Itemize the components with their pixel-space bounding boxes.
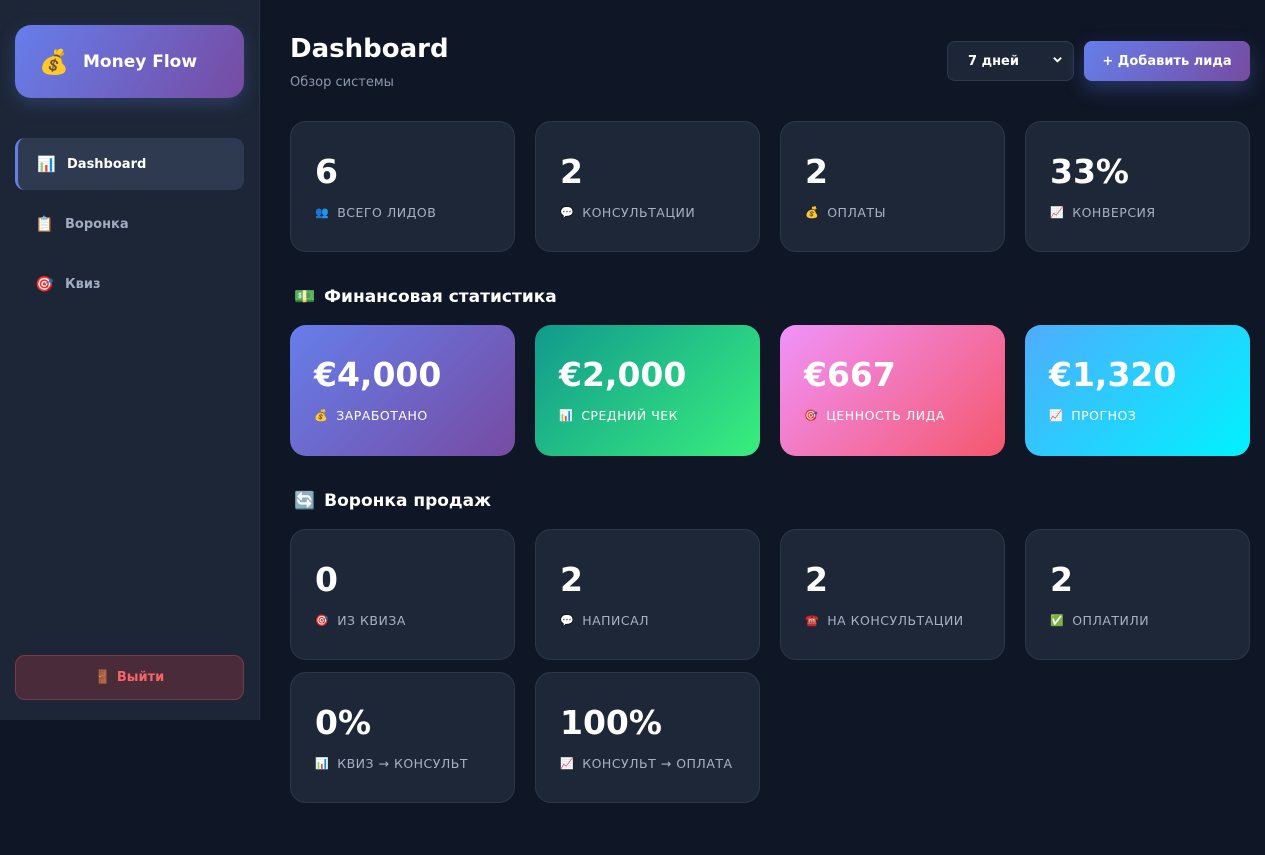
- stat-card-conversion: 33% 📈 КОНВЕРСИЯ: [1025, 121, 1250, 252]
- chevron-down-icon: [1052, 54, 1063, 68]
- funnel-card-at-consultation: 2 ☎️ НА КОНСУЛЬТАЦИИ: [780, 529, 1005, 660]
- logout-label: Выйти: [116, 670, 165, 685]
- section-title-funnel: 🔄 Воронка продаж: [294, 491, 491, 511]
- phone-icon: ☎️: [805, 614, 820, 627]
- funnel-value: 2: [560, 560, 583, 599]
- finance-card-lead-value: €667 🎯 ЦЕННОСТЬ ЛИДА: [780, 325, 1005, 456]
- target-icon: 🎯: [804, 409, 819, 422]
- check-icon: ✅: [1050, 614, 1065, 627]
- stat-label: 👥 ВСЕГО ЛИДОВ: [315, 205, 436, 220]
- funnel-value: 2: [1050, 560, 1073, 599]
- finance-label-text: ПРОГНОЗ: [1071, 408, 1137, 423]
- trend-up-icon: 📈: [1049, 409, 1064, 422]
- funnel-label: 💬 НАПИСАЛ: [560, 613, 649, 628]
- funnel-label: 📈 КОНСУЛЬТ → ОПЛАТА: [560, 756, 733, 771]
- finance-value: €667: [804, 355, 896, 394]
- stat-label: 💰 ОПЛАТЫ: [805, 205, 886, 220]
- funnel-card-paid: 2 ✅ ОПЛАТИЛИ: [1025, 529, 1250, 660]
- bar-chart-icon: 📊: [559, 409, 574, 422]
- funnel-card-from-quiz: 0 🎯 ИЗ КВИЗА: [290, 529, 515, 660]
- brand-logo[interactable]: 💰 Money Flow: [15, 25, 244, 98]
- sidebar-item-funnel[interactable]: 📋 Воронка: [15, 198, 244, 250]
- target-icon: 🎯: [35, 275, 54, 293]
- funnel-label-text: НА КОНСУЛЬТАЦИИ: [827, 613, 964, 628]
- door-icon: 🚪: [94, 670, 111, 685]
- stat-label-text: ВСЕГО ЛИДОВ: [337, 205, 437, 220]
- funnel-label: 🎯 ИЗ КВИЗА: [315, 613, 406, 628]
- funnel-card-quiz-to-consult: 0% 📊 КВИЗ → КОНСУЛЬТ: [290, 672, 515, 803]
- funnel-value: 100%: [560, 703, 662, 742]
- refresh-icon: 🔄: [294, 491, 316, 511]
- sidebar-item-label: Dashboard: [67, 156, 147, 172]
- stat-label: 📈 КОНВЕРСИЯ: [1050, 205, 1156, 220]
- sidebar-nav: 📊 Dashboard 📋 Воронка 🎯 Квиз: [15, 138, 244, 318]
- finance-label: 💰 ЗАРАБОТАНО: [314, 408, 428, 423]
- funnel-card-consult-to-payment: 100% 📈 КОНСУЛЬТ → ОПЛАТА: [535, 672, 760, 803]
- clipboard-icon: 📋: [35, 215, 54, 233]
- funnel-label-text: НАПИСАЛ: [582, 613, 650, 628]
- finance-value: €2,000: [559, 355, 687, 394]
- stat-value: 2: [560, 152, 583, 191]
- add-lead-button[interactable]: + Добавить лида: [1084, 41, 1250, 81]
- money-bag-icon: 💰: [314, 409, 329, 422]
- sidebar: 💰 Money Flow 📊 Dashboard 📋 Воронка 🎯 Кви…: [0, 0, 260, 720]
- period-select[interactable]: 7 дней: [947, 41, 1074, 81]
- funnel-label: 📊 КВИЗ → КОНСУЛЬТ: [315, 756, 468, 771]
- speech-bubble-icon: 💬: [560, 614, 575, 627]
- stat-label-text: КОНСУЛЬТАЦИИ: [582, 205, 696, 220]
- stat-card-total-leads: 6 👥 ВСЕГО ЛИДОВ: [290, 121, 515, 252]
- funnel-label-text: ОПЛАТИЛИ: [1072, 613, 1150, 628]
- finance-card-forecast: €1,320 📈 ПРОГНОЗ: [1025, 325, 1250, 456]
- trend-up-icon: 📈: [560, 757, 575, 770]
- funnel-label-text: ИЗ КВИЗА: [337, 613, 406, 628]
- finance-value: €1,320: [1049, 355, 1177, 394]
- section-title-finance: 💵 Финансовая статистика: [294, 287, 557, 307]
- finance-label-text: ЦЕННОСТЬ ЛИДА: [826, 408, 945, 423]
- trend-up-icon: 📈: [1050, 206, 1065, 219]
- funnel-label-text: КВИЗ → КОНСУЛЬТ: [337, 756, 469, 771]
- stat-card-consultations: 2 💬 КОНСУЛЬТАЦИИ: [535, 121, 760, 252]
- target-icon: 🎯: [315, 614, 330, 627]
- money-icon: 💵: [294, 287, 316, 307]
- stat-label-text: КОНВЕРСИЯ: [1072, 205, 1156, 220]
- brand-name: Money Flow: [83, 51, 198, 72]
- stat-value: 6: [315, 152, 338, 191]
- page-subtitle: Обзор системы: [290, 75, 394, 90]
- funnel-label: ☎️ НА КОНСУЛЬТАЦИИ: [805, 613, 964, 628]
- section-title-text: Финансовая статистика: [324, 287, 557, 307]
- sidebar-item-label: Квиз: [65, 276, 101, 292]
- stat-label-text: ОПЛАТЫ: [827, 205, 887, 220]
- speech-bubble-icon: 💬: [560, 206, 575, 219]
- logout-button[interactable]: 🚪 Выйти: [15, 655, 244, 700]
- finance-card-average-check: €2,000 📊 СРЕДНИЙ ЧЕК: [535, 325, 760, 456]
- finance-card-earned: €4,000 💰 ЗАРАБОТАНО: [290, 325, 515, 456]
- period-select-value: 7 дней: [968, 53, 1019, 69]
- stat-value: 33%: [1050, 152, 1129, 191]
- funnel-card-wrote: 2 💬 НАПИСАЛ: [535, 529, 760, 660]
- finance-label: 📊 СРЕДНИЙ ЧЕК: [559, 408, 678, 423]
- finance-label: 📈 ПРОГНОЗ: [1049, 408, 1136, 423]
- finance-label-text: СРЕДНИЙ ЧЕК: [581, 408, 679, 423]
- finance-label: 🎯 ЦЕННОСТЬ ЛИДА: [804, 408, 945, 423]
- bar-chart-icon: 📊: [37, 155, 56, 173]
- stat-card-payments: 2 💰 ОПЛАТЫ: [780, 121, 1005, 252]
- funnel-value: 0: [315, 560, 338, 599]
- finance-label-text: ЗАРАБОТАНО: [336, 408, 428, 423]
- funnel-value: 0%: [315, 703, 372, 742]
- stat-label: 💬 КОНСУЛЬТАЦИИ: [560, 205, 695, 220]
- sidebar-item-quiz[interactable]: 🎯 Квиз: [15, 258, 244, 310]
- section-title-text: Воронка продаж: [324, 491, 492, 511]
- sidebar-item-dashboard[interactable]: 📊 Dashboard: [15, 138, 244, 190]
- funnel-label-text: КОНСУЛЬТ → ОПЛАТА: [582, 756, 733, 771]
- people-icon: 👥: [315, 206, 330, 219]
- stat-value: 2: [805, 152, 828, 191]
- money-bag-icon: 💰: [39, 47, 69, 76]
- funnel-label: ✅ ОПЛАТИЛИ: [1050, 613, 1149, 628]
- finance-value: €4,000: [314, 355, 442, 394]
- page-title: Dashboard: [290, 34, 449, 64]
- funnel-value: 2: [805, 560, 828, 599]
- sidebar-item-label: Воронка: [65, 216, 129, 232]
- bar-chart-icon: 📊: [315, 757, 330, 770]
- money-bag-icon: 💰: [805, 206, 820, 219]
